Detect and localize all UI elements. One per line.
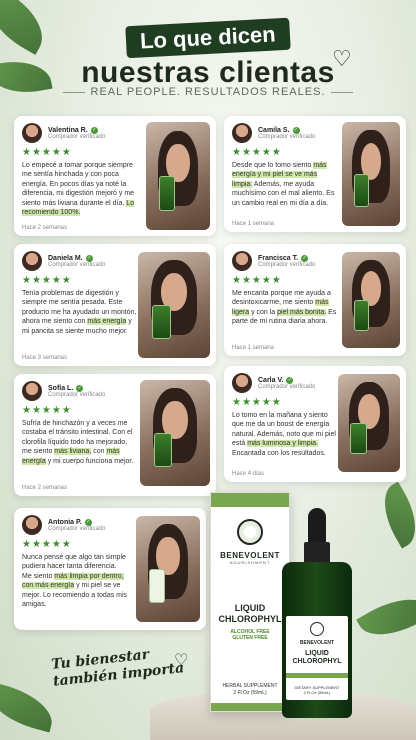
avatar xyxy=(22,251,42,271)
verified-check-icon: ✓ xyxy=(301,254,309,262)
customer-photo xyxy=(342,252,400,348)
review-text: Nunca pensé que algo tan simple pudiera … xyxy=(22,554,128,609)
review-card: Camila S. ✓ Comprador verificado ★★★★★ De… xyxy=(224,116,406,232)
customer-photo xyxy=(138,252,210,358)
verified-check-icon: ✓ xyxy=(76,384,84,392)
title-line-1: Lo que dicen xyxy=(125,17,291,59)
heart-icon: ♡ xyxy=(174,652,189,669)
review-text: Lo tomo en la mañana y siento que me da … xyxy=(232,412,336,457)
product-bottle: BENEVOLENT LIQUID CHLOROPHYL DIETARY SUPP… xyxy=(282,508,352,718)
review-text: Tenía problemas de digestión y siempre m… xyxy=(22,290,137,335)
review-text: Me encanta porque me ayuda a desintoxica… xyxy=(232,290,337,326)
verified-check-icon: ✓ xyxy=(90,126,98,134)
tagline: Tu bienestar también importa xyxy=(50,646,185,690)
review-card: Daniela M. ✓ Comprador verificado ★★★★★ T… xyxy=(14,244,216,366)
customer-photo xyxy=(338,374,400,472)
brand-emblem-icon xyxy=(237,519,263,545)
review-text: Sufría de hinchazón y a veces me costaba… xyxy=(22,420,134,465)
customer-photo xyxy=(136,516,200,622)
leaf-decoration xyxy=(372,481,416,549)
title-line-2: nuestras clientas xyxy=(81,56,335,89)
product-box: BENEVOLENT NOURISHMENT LIQUID CHLOROPHYL … xyxy=(210,492,290,712)
leaf-decoration xyxy=(356,584,416,650)
verified-check-icon: ✓ xyxy=(84,518,92,526)
subtitle: REAL PEOPLE. RESULTADOS REALES. xyxy=(0,86,416,98)
review-text: Lo empecé a tomar porque siempre me sent… xyxy=(22,162,135,217)
review-card: Carla V. ✓ Comprador verificado ★★★★★ Lo … xyxy=(224,366,406,482)
brand-emblem-icon xyxy=(310,622,324,636)
avatar xyxy=(232,373,252,393)
review-card: Francisca T. ✓ Comprador verificado ★★★★★… xyxy=(224,244,406,356)
avatar xyxy=(232,251,252,271)
leaf-decoration xyxy=(0,681,59,733)
verified-check-icon: ✓ xyxy=(85,254,93,262)
review-text: Desde que lo tomo siento más energía y m… xyxy=(232,162,335,207)
review-card: Valentina R. ✓ Comprador verificado ★★★★★… xyxy=(14,116,216,236)
customer-photo xyxy=(146,122,210,230)
review-card: Sofía L. ✓ Comprador verificado ★★★★★ Suf… xyxy=(14,374,216,496)
avatar xyxy=(22,123,42,143)
review-card: Antonia P. ✓ Comprador verificado ★★★★★ N… xyxy=(14,508,206,630)
avatar xyxy=(22,381,42,401)
verified-check-icon: ✓ xyxy=(286,376,294,384)
customer-photo xyxy=(140,380,210,486)
avatar xyxy=(22,515,42,535)
customer-photo xyxy=(342,122,400,226)
verified-check-icon: ✓ xyxy=(292,126,300,134)
header: Lo que dicen nuestras clientas xyxy=(0,17,416,90)
avatar xyxy=(232,123,252,143)
heart-icon: ♡ xyxy=(332,46,352,71)
